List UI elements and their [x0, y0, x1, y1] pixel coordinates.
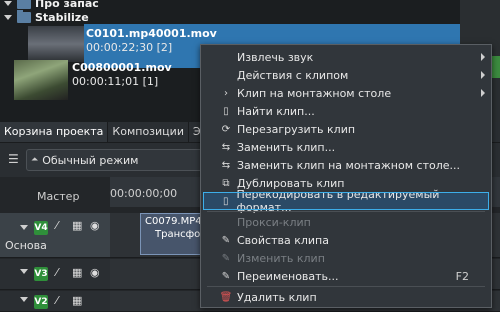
menu-item-label: Свойства клипа — [237, 233, 329, 247]
expand-arrow-icon[interactable] — [4, 14, 12, 20]
menu-item-extract-audio[interactable]: Извлечь звук — [201, 48, 491, 66]
submenu-arrow-icon — [481, 53, 485, 61]
replace-icon: ⇆ — [221, 141, 231, 153]
replace-icon: ⇆ — [221, 159, 231, 171]
folder-label: Stabilize — [35, 10, 89, 24]
effect-wand-icon[interactable]: ⁄ — [56, 219, 58, 232]
context-menu: Извлечь звук Действия с клипом › Клип на… — [200, 44, 492, 308]
menu-item-label: Удалить клип — [237, 290, 317, 304]
menu-item-label: Найти клип... — [237, 104, 315, 118]
menu-item-label: Извлечь звук — [237, 50, 314, 64]
reload-icon: ⟳ — [221, 123, 231, 135]
collapse-icon[interactable] — [20, 225, 28, 230]
menu-item-replace-clip[interactable]: ⇆ Заменить клип... — [201, 138, 491, 156]
track-badge: V2 — [34, 295, 48, 309]
tab-project-bin[interactable]: Корзина проекта — [0, 122, 109, 142]
menu-separator — [207, 286, 485, 287]
folder-label: Про запас — [35, 0, 99, 10]
bin-clip[interactable]: C00800001.mov 00:00:11;01 [1] — [70, 58, 200, 102]
page-icon: ▯ — [223, 105, 229, 117]
track-head-v4[interactable]: V4 ⁄ ▦ ◉ Основа — [0, 213, 110, 258]
duplicate-icon: ⧉ — [222, 177, 230, 189]
menu-item-transcode[interactable]: ▯ Перекодировать в редактируемый формат.… — [203, 188, 489, 214]
clip-duration: 00:00:22;30 [2] — [86, 41, 173, 54]
ruler-timecode: 00:00:00;00 — [110, 187, 178, 200]
mode-icon: ⏶ — [31, 155, 39, 165]
menu-item-shortcut: F2 — [455, 269, 469, 283]
tree-folder-stabilize[interactable]: Stabilize — [0, 9, 89, 24]
folder-icon — [17, 0, 31, 9]
submenu-arrow-icon — [481, 71, 485, 79]
clip-thumbnail — [28, 26, 84, 62]
menu-item-rename[interactable]: ✎ Переименовать... F2 — [201, 267, 491, 285]
trash-icon: 🗑 — [219, 291, 233, 303]
film-icon[interactable]: ▦ — [72, 294, 82, 307]
clip-name: C0101.mp40001.mov — [86, 27, 217, 40]
submenu-arrow-icon — [481, 89, 485, 97]
menu-item-label: Клип на монтажном столе — [237, 86, 392, 100]
expand-arrow-icon[interactable] — [4, 0, 12, 6]
menu-item-delete-clip[interactable]: 🗑 Удалить клип — [201, 288, 491, 306]
pencil-icon: ✎ — [221, 252, 231, 264]
clip-name: C00800001.mov — [72, 61, 172, 74]
edit-mode-select[interactable]: ⏶ Обычный режим — [26, 149, 208, 171]
menu-item-label: Заменить клип на монтажном столе... — [237, 158, 460, 172]
pencil-icon: ✎ — [221, 234, 231, 246]
tree-folder-reserve[interactable]: Про запас — [0, 0, 99, 10]
track-head-v2[interactable]: V2 ⁄ ▦ — [0, 291, 110, 312]
menu-item-reload-clip[interactable]: ⟳ Перезагрузить клип — [201, 120, 491, 138]
clip-duration: 00:00:11;01 [1] — [72, 75, 159, 88]
chevron-icon: › — [224, 87, 228, 99]
track-badge: V4 — [34, 221, 48, 235]
mode-label: Обычный режим — [42, 153, 139, 167]
menu-item-label: Заменить клип... — [237, 140, 336, 154]
menu-item-replace-timeline-clip[interactable]: ⇆ Заменить клип на монтажном столе... — [201, 156, 491, 174]
effect-wand-icon[interactable]: ⁄ — [56, 294, 58, 307]
film-icon[interactable]: ▦ — [72, 266, 82, 279]
collapse-icon[interactable] — [20, 297, 28, 302]
visibility-icon[interactable]: ◉ — [90, 266, 100, 279]
menu-item-clip-actions[interactable]: Действия с клипом — [201, 66, 491, 84]
visibility-icon[interactable]: ◉ — [90, 219, 100, 232]
clip-thumbnail — [14, 60, 68, 100]
menu-item-clip-properties[interactable]: ✎ Свойства клипа — [201, 231, 491, 249]
timeline-clip-effect: Трансфо — [155, 229, 201, 240]
menu-item-label: Изменить клип — [237, 251, 325, 265]
folder-icon — [17, 9, 31, 23]
menu-item-locate-clip[interactable]: ▯ Найти клип... — [201, 102, 491, 120]
track-badge: V3 — [34, 267, 48, 281]
menu-item-label: Прокси-клип — [237, 215, 311, 229]
transcode-icon: ▯ — [223, 195, 229, 207]
menu-item-clip-in-timeline[interactable]: › Клип на монтажном столе — [201, 84, 491, 102]
menu-item-label: Перезагрузить клип — [237, 122, 356, 136]
settings-sliders-icon[interactable]: ☰ — [8, 152, 19, 166]
film-icon[interactable]: ▦ — [72, 219, 82, 232]
master-label: Мастер — [37, 190, 80, 203]
menu-item-edit-clip[interactable]: ✎ Изменить клип — [201, 249, 491, 267]
menu-item-proxy-clip[interactable]: Прокси-клип — [201, 213, 491, 231]
track-head-v3[interactable]: V3 ⁄ ▦ ◉ — [0, 259, 110, 290]
timeline-clip-label: C0079.MP4 — [145, 216, 202, 227]
pencil-icon: ✎ — [221, 270, 231, 282]
menu-item-label: Переименовать... — [237, 269, 339, 283]
menu-item-label: Действия с клипом — [237, 68, 349, 82]
track-name: Основа — [5, 239, 47, 252]
collapse-icon[interactable] — [20, 269, 28, 274]
menu-separator — [207, 211, 485, 212]
tab-compositions[interactable]: Композиции — [108, 122, 189, 142]
effect-wand-icon[interactable]: ⁄ — [56, 266, 58, 279]
